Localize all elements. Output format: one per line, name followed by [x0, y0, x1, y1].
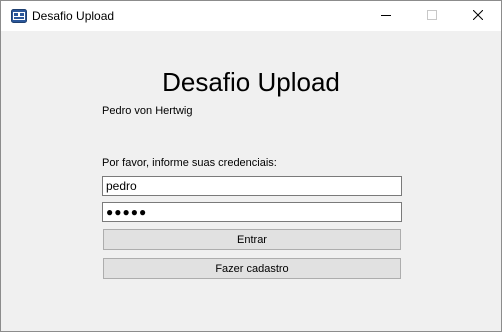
credentials-prompt: Por favor, informe suas credenciais:: [102, 157, 277, 169]
app-window-icon: [11, 9, 27, 23]
maximize-icon: [427, 9, 437, 23]
username-input[interactable]: [102, 176, 402, 196]
register-button[interactable]: Fazer cadastro: [103, 258, 401, 279]
maximize-button[interactable]: [409, 1, 455, 31]
close-button[interactable]: [455, 1, 501, 31]
minimize-button[interactable]: [363, 1, 409, 31]
client-area: Desafio Upload Pedro von Hertwig Por fav…: [1, 31, 501, 331]
login-button[interactable]: Entrar: [103, 229, 401, 250]
app-window: Desafio Upload Desafio Upload Pedro von …: [0, 0, 502, 332]
author-label: Pedro von Hertwig: [102, 105, 193, 117]
password-input[interactable]: [102, 202, 402, 222]
close-icon: [472, 9, 484, 23]
minimize-icon: [381, 9, 391, 23]
title-bar[interactable]: Desafio Upload: [1, 1, 501, 31]
page-title: Desafio Upload: [162, 67, 340, 97]
window-title: Desafio Upload: [32, 9, 115, 23]
